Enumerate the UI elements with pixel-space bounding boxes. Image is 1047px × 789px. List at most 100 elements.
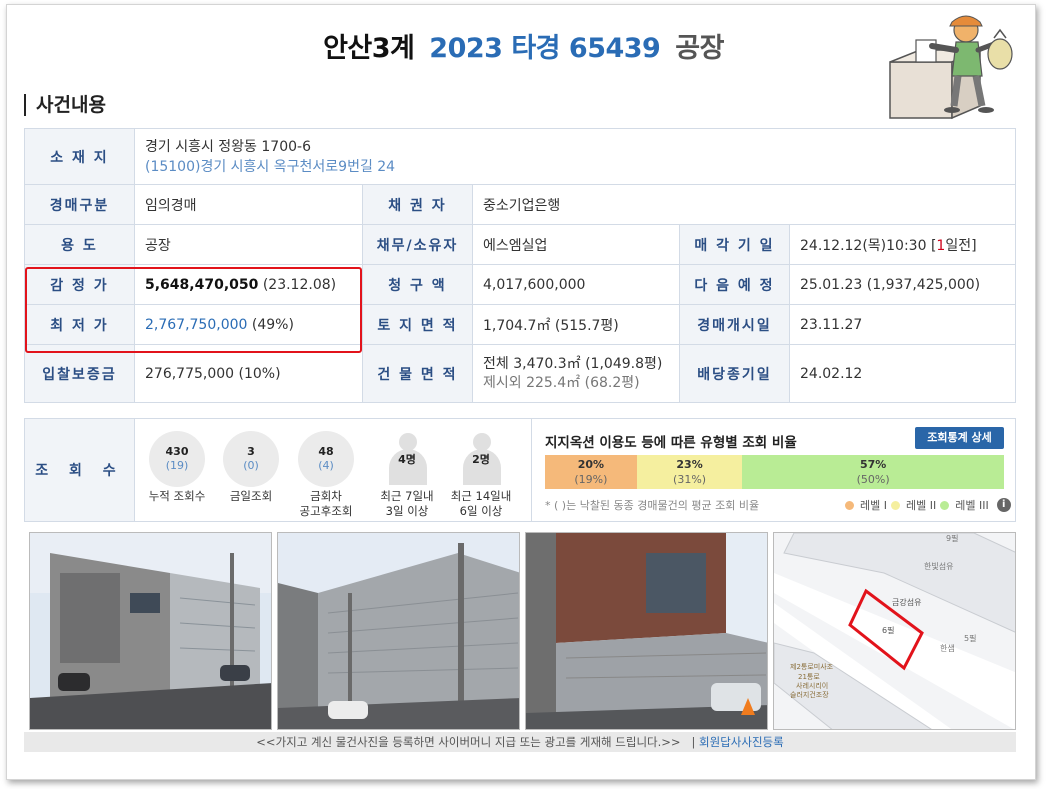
property-kind: 공장: [675, 33, 724, 64]
stat-label: 누적 조회수: [148, 489, 206, 503]
stat-count: 48: [318, 445, 334, 458]
stat-circle: 48 (4): [298, 431, 354, 487]
stat-label: 최근 14일내 6일 이상: [450, 489, 512, 518]
building-area-value: 전체 3,470.3㎡ (1,049.8평) 제시외 225.4㎡ (68.2평…: [472, 344, 680, 403]
footer-notice: <<가지고 계신 물건사진을 등록하면 사이버머니 지급 또는 광고를 게재해 …: [24, 732, 1016, 752]
building-area-label: 건 물 면 적: [362, 344, 473, 403]
sale-date-text: 24.12.12(목)10:30 [: [800, 237, 937, 254]
claim-label: 청 구 액: [362, 264, 473, 305]
auction-type-label: 경매구분: [24, 184, 135, 225]
segment-avg: (19%): [574, 473, 608, 486]
land-area-label: 토 지 면 적: [362, 304, 473, 345]
legend-label: 레벨 II: [905, 499, 937, 512]
sale-date-value: 24.12.12(목)10:30 [1일전]: [789, 224, 1016, 265]
map-label: 9필: [946, 533, 958, 543]
stat-recent-14days: 2명 최근 14일내 6일 이상: [443, 431, 519, 519]
map-label: 슬러지건조장: [790, 690, 829, 699]
land-area-value: 1,704.7㎡ (515.7평): [472, 304, 680, 345]
ratio-note: * ( )는 낙찰된 동종 경매물건의 평균 조회 비율: [545, 499, 760, 512]
map-label: 한샘: [940, 644, 955, 653]
debtor-value: 에스엠실업: [472, 224, 680, 265]
stat-total-views: 430 (19) 누적 조회수: [139, 431, 215, 504]
stat-circle: 430 (19): [149, 431, 205, 487]
sale-date-days: 1: [936, 237, 946, 254]
segment-pct: 20%: [577, 458, 605, 471]
auction-start-label: 경매개시일: [679, 304, 790, 345]
map-label: 제2통로미사조: [790, 662, 834, 671]
map-label: 사레시리이: [796, 681, 828, 690]
stat-label: 최근 7일내 3일 이상: [380, 489, 434, 518]
stats-detail-button[interactable]: 조회통계 상세: [915, 427, 1004, 449]
person-count: 4명: [398, 453, 416, 466]
stat-label: 금회차 공고후조회: [299, 489, 353, 518]
price-highlight-box: [25, 267, 362, 353]
property-photo-2[interactable]: [277, 532, 520, 730]
stat-circle: 3 (0): [223, 431, 279, 487]
person-icon: 4명: [379, 431, 435, 487]
views-panel: 조 회 수 430 (19) 누적 조회수 3 (0) 금일조회 48 (4) …: [24, 418, 1016, 522]
sale-date-suffix: 일전]: [945, 237, 977, 254]
debtor-label: 채무/소유자: [362, 224, 473, 265]
stat-today-views: 3 (0) 금일조회: [213, 431, 289, 504]
ratio-bar: 20% (19%) 23% (31%) 57% (50%): [545, 455, 1004, 489]
location-value: 경기 시흥시 정왕동 1700-6 (15100)경기 시흥시 옥구천서로9번길…: [134, 128, 1016, 185]
legend-label: 레벨 I: [860, 499, 887, 512]
map-label: 6필: [882, 625, 894, 635]
segment-pct: 23%: [676, 458, 703, 471]
dividend-deadline-value: 24.02.12: [789, 344, 1016, 403]
stat-count: 3: [247, 445, 255, 458]
views-divider: [531, 419, 532, 521]
next-schedule-label: 다 음 예 정: [679, 264, 790, 305]
segment-pct: 57%: [860, 458, 887, 471]
ratio-segment-level3: 57% (50%): [742, 455, 1004, 489]
legend-dot: [890, 500, 900, 510]
ratio-segment-level1: 20% (19%): [545, 455, 637, 489]
member-photo-register-link[interactable]: 회원답사사진등록: [699, 735, 784, 749]
map-label: 한빛섬유: [924, 561, 953, 571]
stat-recent-7days: 4명 최근 7일내 3일 이상: [369, 431, 445, 519]
location-map[interactable]: 9필 한빛섬유 금강섬유 6필 5필 한샘 제2통로미사조 21통로 사레시리이…: [773, 532, 1016, 730]
legend-dot: [940, 500, 950, 510]
creditor-label: 채 권 자: [362, 184, 473, 225]
stat-sub: (4): [318, 459, 334, 472]
address-lot: 경기 시흥시 정왕동 1700-6: [145, 138, 311, 155]
stat-count: 430: [165, 445, 189, 458]
address-road[interactable]: (15100)경기 시흥시 옥구천서로9번길 24: [145, 157, 1005, 177]
deposit-label: 입찰보증금: [24, 344, 135, 403]
map-label: 금강섬유: [892, 597, 921, 607]
segment-avg: (50%): [856, 473, 890, 486]
usage-label: 용 도: [24, 224, 135, 265]
deposit-value: 276,775,000 (10%): [134, 344, 363, 403]
legend-dot: [845, 500, 854, 510]
claim-value: 4,017,600,000: [472, 264, 680, 305]
case-number: 2023 타경 65439: [429, 33, 661, 64]
segment-avg: (31%): [673, 473, 707, 486]
stat-label: 금일조회: [229, 489, 273, 503]
building-area-excl: 제시외 225.4㎡ (68.2평): [483, 374, 640, 391]
section-heading: 사건내용: [24, 94, 106, 116]
ratio-legend: 레벨 I 레벨 II 레벨 III i: [845, 497, 1011, 513]
footer-separator: |: [691, 735, 696, 749]
sale-date-label: 매 각 기 일: [679, 224, 790, 265]
views-label: 조 회 수: [25, 419, 135, 521]
dividend-deadline-label: 배당종기일: [679, 344, 790, 403]
creditor-value: 중소기업은행: [472, 184, 1016, 225]
property-photo-1[interactable]: [29, 532, 272, 730]
case-info-table: 소 재 지 경기 시흥시 정왕동 1700-6 (15100)경기 시흥시 옥구…: [24, 128, 1016, 403]
auction-start-value: 23.11.27: [789, 304, 1016, 345]
person-icon: 2명: [453, 431, 509, 487]
stat-round-views: 48 (4) 금회차 공고후조회: [288, 431, 364, 519]
stat-sub: (0): [243, 459, 259, 472]
auction-type-value: 임의경매: [134, 184, 363, 225]
ratio-title: 지지옥션 이용도 등에 따른 유형별 조회 비율: [545, 435, 797, 451]
property-photo-3[interactable]: [525, 532, 768, 730]
next-schedule-value: 25.01.23 (1,937,425,000): [789, 264, 1016, 305]
mascot-illustration: [889, 15, 1013, 120]
info-icon[interactable]: i: [996, 498, 1011, 512]
map-label: 5필: [964, 633, 976, 643]
usage-value: 공장: [134, 224, 363, 265]
court-name: 안산3계: [323, 33, 415, 64]
ratio-segment-level2: 23% (31%): [636, 455, 743, 489]
footer-notice-text: <<가지고 계신 물건사진을 등록하면 사이버머니 지급 또는 광고를 게재해 …: [256, 735, 681, 749]
person-count: 2명: [472, 453, 490, 466]
